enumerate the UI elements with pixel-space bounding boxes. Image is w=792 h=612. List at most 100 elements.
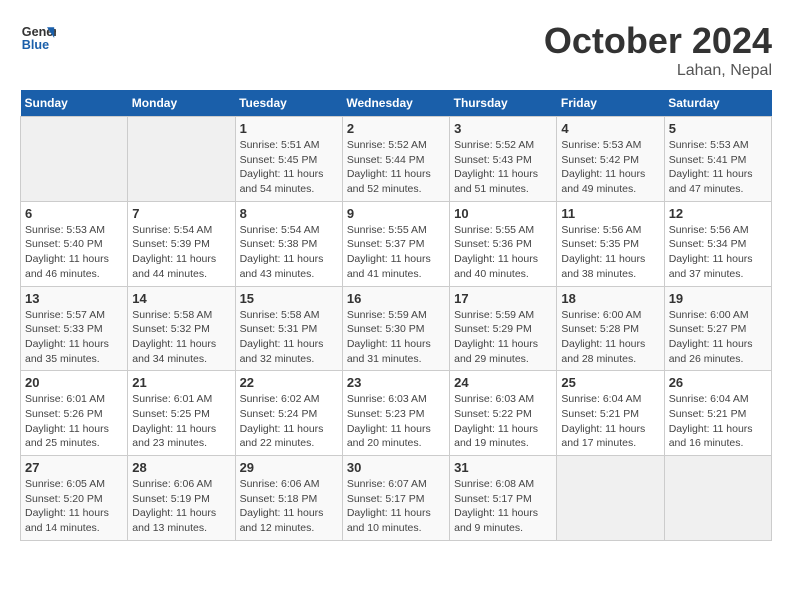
day-info: Sunrise: 5:55 AM Sunset: 5:36 PM Dayligh… xyxy=(454,223,552,282)
calendar-cell: 31 Sunrise: 6:08 AM Sunset: 5:17 PM Dayli… xyxy=(450,456,557,541)
day-info: Sunrise: 5:57 AM Sunset: 5:33 PM Dayligh… xyxy=(25,308,123,367)
calendar-cell xyxy=(557,456,664,541)
calendar-cell: 20 Sunrise: 6:01 AM Sunset: 5:26 PM Dayli… xyxy=(21,371,128,456)
weekday-header: Monday xyxy=(128,90,235,117)
weekday-header: Thursday xyxy=(450,90,557,117)
calendar-cell: 25Sunrise: 6:04 AM Sunset: 5:21 PM Dayli… xyxy=(557,371,664,456)
calendar-cell: 4Sunrise: 5:53 AM Sunset: 5:42 PM Daylig… xyxy=(557,117,664,202)
day-number: 26 xyxy=(669,375,767,390)
calendar-cell: 27Sunrise: 6:05 AM Sunset: 5:20 PM Dayli… xyxy=(21,456,128,541)
calendar-cell: 9 Sunrise: 5:55 AM Sunset: 5:37 PM Daylig… xyxy=(342,201,449,286)
day-number: 8 xyxy=(240,206,338,221)
calendar-cell: 2Sunrise: 5:52 AM Sunset: 5:44 PM Daylig… xyxy=(342,117,449,202)
day-number: 10 xyxy=(454,206,552,221)
calendar-cell xyxy=(21,117,128,202)
day-number: 31 xyxy=(454,460,552,475)
calendar-week-row: 13 Sunrise: 5:57 AM Sunset: 5:33 PM Dayli… xyxy=(21,286,772,371)
day-number: 25 xyxy=(561,375,659,390)
day-info: Sunrise: 5:58 AM Sunset: 5:31 PM Dayligh… xyxy=(240,308,338,367)
day-info: Sunrise: 5:54 AM Sunset: 5:38 PM Dayligh… xyxy=(240,223,338,282)
logo: General Blue xyxy=(20,20,56,56)
day-info: Sunrise: 5:53 AM Sunset: 5:41 PM Dayligh… xyxy=(669,138,767,197)
day-number: 23 xyxy=(347,375,445,390)
day-number: 17 xyxy=(454,291,552,306)
day-info: Sunrise: 6:06 AM Sunset: 5:18 PM Dayligh… xyxy=(240,477,338,536)
calendar-cell: 5 Sunrise: 5:53 AM Sunset: 5:41 PM Daylig… xyxy=(664,117,771,202)
day-info: Sunrise: 5:54 AM Sunset: 5:39 PM Dayligh… xyxy=(132,223,230,282)
day-info: Sunrise: 5:52 AM Sunset: 5:44 PM Dayligh… xyxy=(347,138,445,197)
day-info: Sunrise: 6:02 AM Sunset: 5:24 PM Dayligh… xyxy=(240,392,338,451)
day-number: 29 xyxy=(240,460,338,475)
calendar-cell xyxy=(664,456,771,541)
day-number: 14 xyxy=(132,291,230,306)
calendar-week-row: 20 Sunrise: 6:01 AM Sunset: 5:26 PM Dayli… xyxy=(21,371,772,456)
calendar-cell: 11 Sunrise: 5:56 AM Sunset: 5:35 PM Dayli… xyxy=(557,201,664,286)
day-number: 7 xyxy=(132,206,230,221)
day-info: Sunrise: 6:07 AM Sunset: 5:17 PM Dayligh… xyxy=(347,477,445,536)
day-info: Sunrise: 6:08 AM Sunset: 5:17 PM Dayligh… xyxy=(454,477,552,536)
day-info: Sunrise: 6:00 AM Sunset: 5:27 PM Dayligh… xyxy=(669,308,767,367)
calendar-cell: 13 Sunrise: 5:57 AM Sunset: 5:33 PM Dayli… xyxy=(21,286,128,371)
calendar-cell: 28 Sunrise: 6:06 AM Sunset: 5:19 PM Dayli… xyxy=(128,456,235,541)
day-number: 30 xyxy=(347,460,445,475)
month-title: October 2024 xyxy=(544,20,772,62)
day-number: 13 xyxy=(25,291,123,306)
day-number: 9 xyxy=(347,206,445,221)
calendar-week-row: 6 Sunrise: 5:53 AM Sunset: 5:40 PM Daylig… xyxy=(21,201,772,286)
day-number: 12 xyxy=(669,206,767,221)
day-info: Sunrise: 5:59 AM Sunset: 5:29 PM Dayligh… xyxy=(454,308,552,367)
weekday-header: Sunday xyxy=(21,90,128,117)
day-number: 24 xyxy=(454,375,552,390)
calendar-cell: 12Sunrise: 5:56 AM Sunset: 5:34 PM Dayli… xyxy=(664,201,771,286)
day-number: 6 xyxy=(25,206,123,221)
day-number: 11 xyxy=(561,206,659,221)
calendar-cell: 30 Sunrise: 6:07 AM Sunset: 5:17 PM Dayli… xyxy=(342,456,449,541)
day-info: Sunrise: 6:04 AM Sunset: 5:21 PM Dayligh… xyxy=(669,392,767,451)
calendar-cell: 29 Sunrise: 6:06 AM Sunset: 5:18 PM Dayli… xyxy=(235,456,342,541)
location: Lahan, Nepal xyxy=(544,62,772,80)
page-header: General Blue October 2024 Lahan, Nepal xyxy=(20,20,772,80)
calendar-cell: 24Sunrise: 6:03 AM Sunset: 5:22 PM Dayli… xyxy=(450,371,557,456)
day-info: Sunrise: 5:55 AM Sunset: 5:37 PM Dayligh… xyxy=(347,223,445,282)
day-number: 5 xyxy=(669,121,767,136)
calendar-cell: 6 Sunrise: 5:53 AM Sunset: 5:40 PM Daylig… xyxy=(21,201,128,286)
day-number: 21 xyxy=(132,375,230,390)
day-number: 28 xyxy=(132,460,230,475)
calendar-cell: 22Sunrise: 6:02 AM Sunset: 5:24 PM Dayli… xyxy=(235,371,342,456)
day-info: Sunrise: 6:01 AM Sunset: 5:25 PM Dayligh… xyxy=(132,392,230,451)
logo-icon: General Blue xyxy=(20,20,56,56)
day-info: Sunrise: 6:06 AM Sunset: 5:19 PM Dayligh… xyxy=(132,477,230,536)
calendar-cell: 17 Sunrise: 5:59 AM Sunset: 5:29 PM Dayli… xyxy=(450,286,557,371)
day-info: Sunrise: 5:53 AM Sunset: 5:40 PM Dayligh… xyxy=(25,223,123,282)
day-number: 1 xyxy=(240,121,338,136)
day-number: 18 xyxy=(561,291,659,306)
calendar-cell: 21 Sunrise: 6:01 AM Sunset: 5:25 PM Dayli… xyxy=(128,371,235,456)
calendar-week-row: 27Sunrise: 6:05 AM Sunset: 5:20 PM Dayli… xyxy=(21,456,772,541)
calendar-cell: 14Sunrise: 5:58 AM Sunset: 5:32 PM Dayli… xyxy=(128,286,235,371)
weekday-header: Friday xyxy=(557,90,664,117)
calendar-week-row: 1Sunrise: 5:51 AM Sunset: 5:45 PM Daylig… xyxy=(21,117,772,202)
day-info: Sunrise: 5:56 AM Sunset: 5:35 PM Dayligh… xyxy=(561,223,659,282)
day-info: Sunrise: 5:59 AM Sunset: 5:30 PM Dayligh… xyxy=(347,308,445,367)
calendar-table: SundayMondayTuesdayWednesdayThursdayFrid… xyxy=(20,90,772,541)
calendar-cell xyxy=(128,117,235,202)
day-info: Sunrise: 6:01 AM Sunset: 5:26 PM Dayligh… xyxy=(25,392,123,451)
day-number: 16 xyxy=(347,291,445,306)
weekday-header-row: SundayMondayTuesdayWednesdayThursdayFrid… xyxy=(21,90,772,117)
day-number: 20 xyxy=(25,375,123,390)
calendar-cell: 26 Sunrise: 6:04 AM Sunset: 5:21 PM Dayli… xyxy=(664,371,771,456)
calendar-cell: 16 Sunrise: 5:59 AM Sunset: 5:30 PM Dayli… xyxy=(342,286,449,371)
day-number: 19 xyxy=(669,291,767,306)
day-info: Sunrise: 5:52 AM Sunset: 5:43 PM Dayligh… xyxy=(454,138,552,197)
calendar-cell: 19 Sunrise: 6:00 AM Sunset: 5:27 PM Dayli… xyxy=(664,286,771,371)
calendar-cell: 7 Sunrise: 5:54 AM Sunset: 5:39 PM Daylig… xyxy=(128,201,235,286)
svg-text:Blue: Blue xyxy=(22,38,49,52)
day-number: 15 xyxy=(240,291,338,306)
day-info: Sunrise: 6:00 AM Sunset: 5:28 PM Dayligh… xyxy=(561,308,659,367)
weekday-header: Saturday xyxy=(664,90,771,117)
calendar-cell: 10 Sunrise: 5:55 AM Sunset: 5:36 PM Dayli… xyxy=(450,201,557,286)
weekday-header: Tuesday xyxy=(235,90,342,117)
day-info: Sunrise: 6:05 AM Sunset: 5:20 PM Dayligh… xyxy=(25,477,123,536)
day-number: 4 xyxy=(561,121,659,136)
weekday-header: Wednesday xyxy=(342,90,449,117)
